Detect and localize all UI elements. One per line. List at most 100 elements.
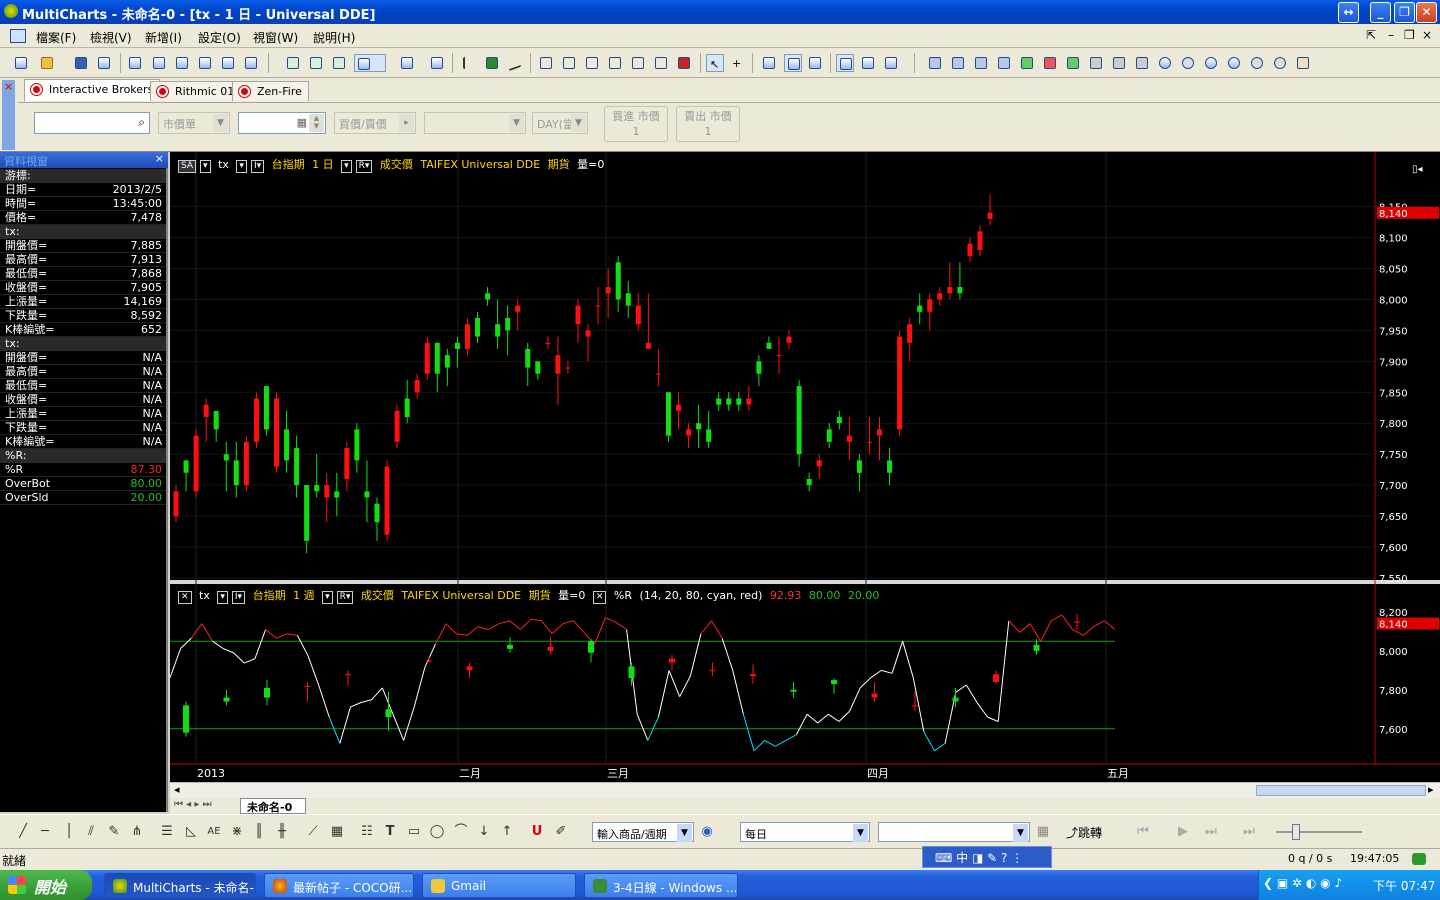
menu-settings[interactable]: 設定(O): [198, 29, 241, 46]
arrow-left-icon[interactable]: [1064, 54, 1082, 72]
snap-icon[interactable]: [784, 54, 802, 72]
stepper-arrows-icon[interactable]: ▲ ▼: [309, 114, 324, 132]
save-icon[interactable]: [72, 54, 90, 72]
ellipse-icon[interactable]: ◯: [428, 823, 446, 841]
tif-select[interactable]: DAY(當 ▼: [532, 112, 588, 134]
close-subchart-icon[interactable]: ✕: [178, 591, 192, 604]
volume-icon[interactable]: [675, 54, 693, 72]
chart-area[interactable]: 8,1508,1008,0508,0007,9507,9007,8507,800…: [170, 152, 1440, 782]
tab-interactive-brokers[interactable]: Interactive Brokers: [24, 79, 161, 101]
chevron-down-icon[interactable]: ▾: [217, 591, 228, 604]
close-button[interactable]: ✕: [1416, 2, 1437, 23]
workspace-4-icon[interactable]: [196, 54, 214, 72]
date-combo[interactable]: ▼: [878, 822, 1030, 842]
three-line-break-icon[interactable]: [583, 54, 601, 72]
time-zones-icon[interactable]: ║: [250, 823, 268, 841]
zoom-out-icon[interactable]: [1179, 54, 1197, 72]
step-forward-icon[interactable]: ⏭: [1202, 823, 1220, 841]
field-icon[interactable]: R▾: [355, 160, 373, 173]
menu-view[interactable]: 檢視(V): [90, 29, 132, 46]
insert-study-icon[interactable]: [307, 54, 325, 72]
panel-menu-icon[interactable]: ▯◂: [1412, 164, 1423, 175]
workspace-3-icon[interactable]: [173, 54, 191, 72]
ime-toolbar[interactable]: ⌨ 中 ◨ ✎ ? ⋮: [922, 846, 1052, 868]
mdi-close-icon[interactable]: ×: [1422, 28, 1432, 42]
sheet-tab-active[interactable]: 未命名-0: [240, 798, 306, 814]
restore-pane-button[interactable]: ↔: [1338, 2, 1359, 23]
tab-zen-fire[interactable]: Zen-Fire: [232, 81, 309, 101]
order-type-select[interactable]: 市價單 ▼: [158, 112, 230, 134]
close-indicator-icon[interactable]: ✕: [592, 591, 607, 604]
tab-rithmic[interactable]: Rithmic 01: [150, 81, 242, 101]
workspace-6-icon[interactable]: [242, 54, 260, 72]
calculator-icon[interactable]: ▦: [297, 116, 307, 129]
workspace-2-icon[interactable]: [150, 54, 168, 72]
mdi-maximize-icon[interactable]: ❐: [1404, 28, 1415, 42]
interval-icon[interactable]: I▾: [250, 160, 265, 173]
first-bar-icon[interactable]: ⏮: [1134, 823, 1152, 841]
hand-icon[interactable]: [1294, 54, 1312, 72]
interval-icon[interactable]: I▾: [231, 591, 246, 604]
mdi-restore-icon[interactable]: ⇱: [1366, 28, 1376, 42]
workspace-icon[interactable]: [126, 54, 144, 72]
candlestick-icon[interactable]: [483, 54, 501, 72]
brush-icon[interactable]: ⟋: [304, 823, 322, 841]
horizontal-line-icon[interactable]: ─: [36, 823, 54, 841]
open-icon[interactable]: [38, 54, 56, 72]
scroll-left-icon[interactable]: [926, 54, 944, 72]
price-type-select[interactable]: 買價/賣價 ▸: [334, 112, 416, 134]
task-multicharts[interactable]: MultiCharts - 未命名-...: [104, 873, 256, 898]
task-image-viewer[interactable]: 3-4日線 - Windows ...: [584, 873, 738, 898]
insert-instrument-icon[interactable]: [284, 54, 302, 72]
arrow-up-icon[interactable]: [1018, 54, 1036, 72]
go-icon[interactable]: ◉: [698, 823, 716, 841]
fib-extension-icon[interactable]: AE: [205, 823, 223, 841]
speed-slider[interactable]: [1276, 831, 1362, 833]
image-icon[interactable]: [859, 54, 877, 72]
period-combo[interactable]: 每日 ▼: [740, 822, 870, 842]
workspace-5-icon[interactable]: [219, 54, 237, 72]
scale-icon[interactable]: [806, 54, 824, 72]
bar-spacing-icon[interactable]: [1110, 54, 1128, 72]
line-chart-icon[interactable]: [506, 54, 524, 72]
bar-spacing-2-icon[interactable]: [1133, 54, 1151, 72]
menu-insert[interactable]: 新增(I): [145, 29, 182, 46]
export-icon[interactable]: [95, 54, 113, 72]
format-icon[interactable]: [398, 54, 416, 72]
sell-market-button[interactable]: 賣出 市價 1: [676, 106, 740, 142]
price-chart-svg[interactable]: 8,1508,1008,0508,0007,9507,9007,8507,800…: [170, 152, 1440, 782]
tray-icons[interactable]: ❮ ▣ ✲ ◐ ◉ ♪: [1263, 876, 1342, 890]
kagi-icon[interactable]: [560, 54, 578, 72]
scale-up-down-icon[interactable]: [995, 54, 1013, 72]
range-icon[interactable]: [629, 54, 647, 72]
scroll-right-arrow-icon[interactable]: ▸: [1428, 783, 1434, 796]
chevron-down-icon[interactable]: ▾: [322, 591, 333, 604]
point-figure-icon[interactable]: [537, 54, 555, 72]
data-window-close-button[interactable]: ×: [155, 152, 164, 165]
refresh-2-icon[interactable]: [1248, 54, 1266, 72]
vertical-line-icon[interactable]: │: [60, 823, 78, 841]
horizontal-scrollbar[interactable]: ◂ ▸: [170, 782, 1440, 798]
zoom-fit-icon[interactable]: [972, 54, 990, 72]
account-input[interactable]: ⌕: [34, 112, 150, 134]
calendar-icon[interactable]: ▦: [1034, 823, 1052, 841]
minimize-button[interactable]: _: [1370, 2, 1391, 23]
window-icon[interactable]: [428, 54, 446, 72]
pencil-icon[interactable]: ✎: [105, 823, 123, 841]
sa-dropdown[interactable]: SA: [178, 160, 197, 173]
momentum-icon[interactable]: [652, 54, 670, 72]
bar-chart-icon[interactable]: [460, 54, 478, 72]
chevron-down-icon[interactable]: ▾: [341, 160, 352, 173]
crosshair-icon[interactable]: +: [729, 54, 747, 72]
rotate-icon[interactable]: [1202, 54, 1220, 72]
scroll-right-icon[interactable]: [949, 54, 967, 72]
comment-icon[interactable]: [760, 54, 778, 72]
fib-retracement-icon[interactable]: ☰: [158, 823, 176, 841]
ime-mode-icon[interactable]: ⌨ 中 ◨ ✎ ? ⋮: [935, 849, 1023, 866]
renko-icon[interactable]: [606, 54, 624, 72]
andrews-pitchfork-icon[interactable]: ⋔: [128, 823, 146, 841]
scroll-left-arrow-icon[interactable]: ◂: [174, 783, 180, 796]
refresh-icon[interactable]: [1225, 54, 1243, 72]
text-list-icon[interactable]: ☷: [358, 823, 376, 841]
rectangle-icon[interactable]: ▭: [405, 823, 423, 841]
